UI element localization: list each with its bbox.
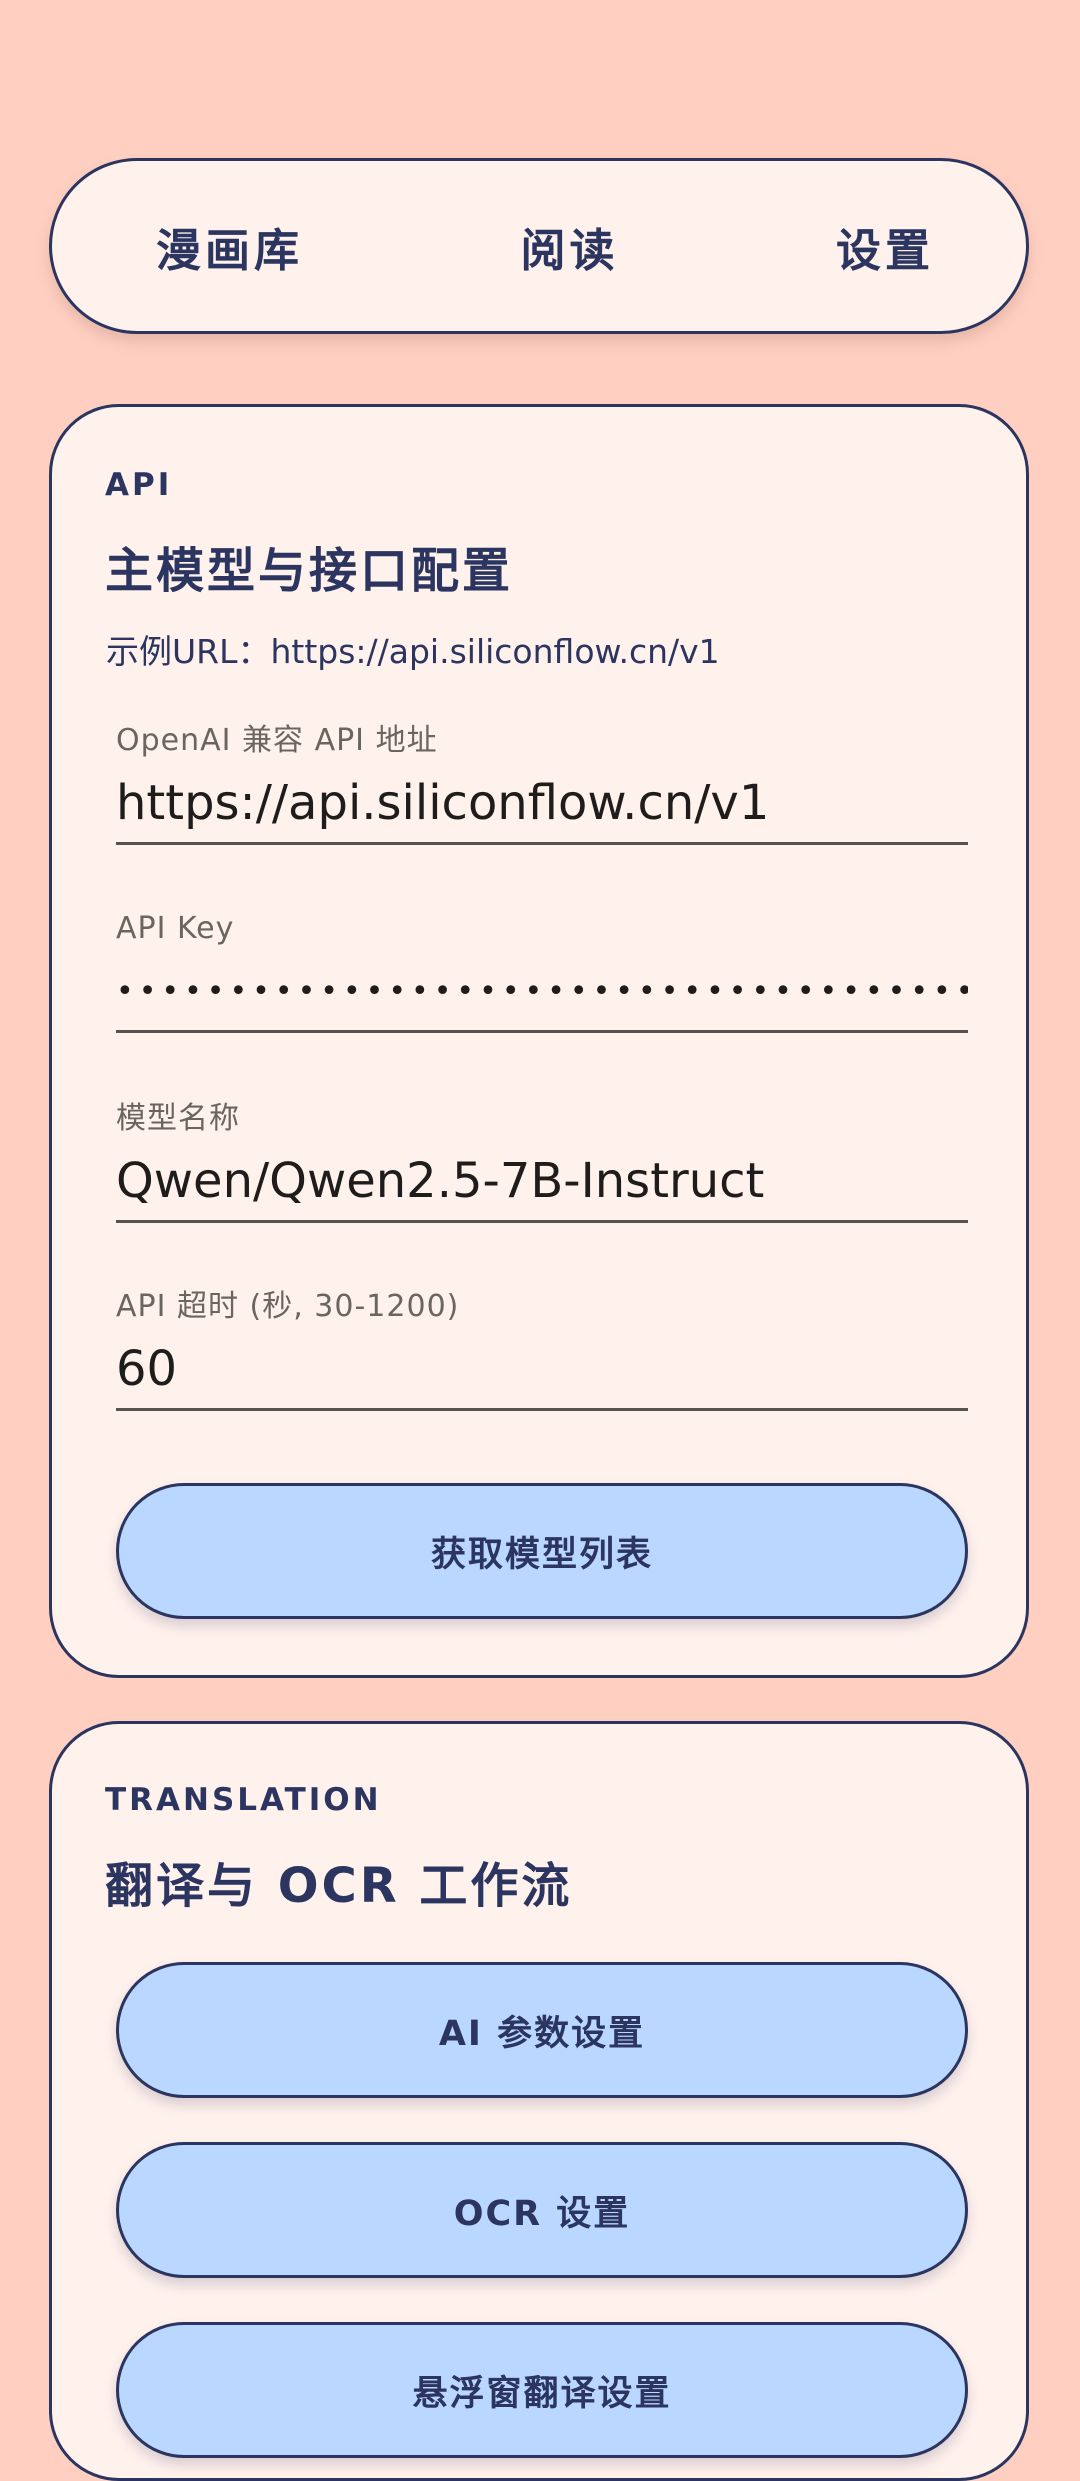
- tab-reader[interactable]: 阅读: [520, 214, 618, 279]
- fetch-models-button[interactable]: 获取模型列表: [116, 1483, 968, 1619]
- ai-params-button[interactable]: AI 参数设置: [116, 1962, 968, 2098]
- example-url-hint: 示例URL：https://api.siliconflow.cn/v1: [106, 632, 720, 671]
- timeout-input[interactable]: [116, 1327, 968, 1411]
- tab-settings[interactable]: 设置: [836, 214, 934, 279]
- api-config-card: API 主模型与接口配置 示例URL：https://api.siliconfl…: [49, 404, 1029, 1678]
- api-section-title: 主模型与接口配置: [105, 543, 514, 599]
- floating-window-settings-button[interactable]: 悬浮窗翻译设置: [116, 2322, 968, 2458]
- base-url-label: OpenAI 兼容 API 地址: [116, 723, 438, 758]
- api-section-eyebrow: API: [105, 467, 173, 503]
- top-tab-bar: 漫画库 阅读 设置: [49, 158, 1029, 334]
- model-name-input[interactable]: [116, 1139, 968, 1223]
- timeout-field: API 超时 (秒, 30-1200): [116, 1287, 968, 1411]
- base-url-field: OpenAI 兼容 API 地址: [116, 721, 968, 845]
- translation-section-eyebrow: TRANSLATION: [105, 1782, 382, 1818]
- api-key-input[interactable]: ••••••••••••••••••••••••••••••••••••••••…: [116, 949, 968, 1033]
- base-url-input[interactable]: [116, 761, 968, 845]
- translation-section-title: 翻译与 OCR 工作流: [105, 1858, 573, 1914]
- api-key-label: API Key: [116, 911, 235, 946]
- tab-library[interactable]: 漫画库: [156, 214, 303, 279]
- model-name-field: 模型名称: [116, 1099, 968, 1223]
- timeout-label: API 超时 (秒, 30-1200): [116, 1289, 460, 1324]
- api-key-field: API Key ••••••••••••••••••••••••••••••••…: [116, 909, 968, 1033]
- model-name-label: 模型名称: [116, 1101, 240, 1136]
- ocr-settings-button[interactable]: OCR 设置: [116, 2142, 968, 2278]
- translation-card: TRANSLATION 翻译与 OCR 工作流 AI 参数设置 OCR 设置 悬…: [49, 1721, 1029, 2481]
